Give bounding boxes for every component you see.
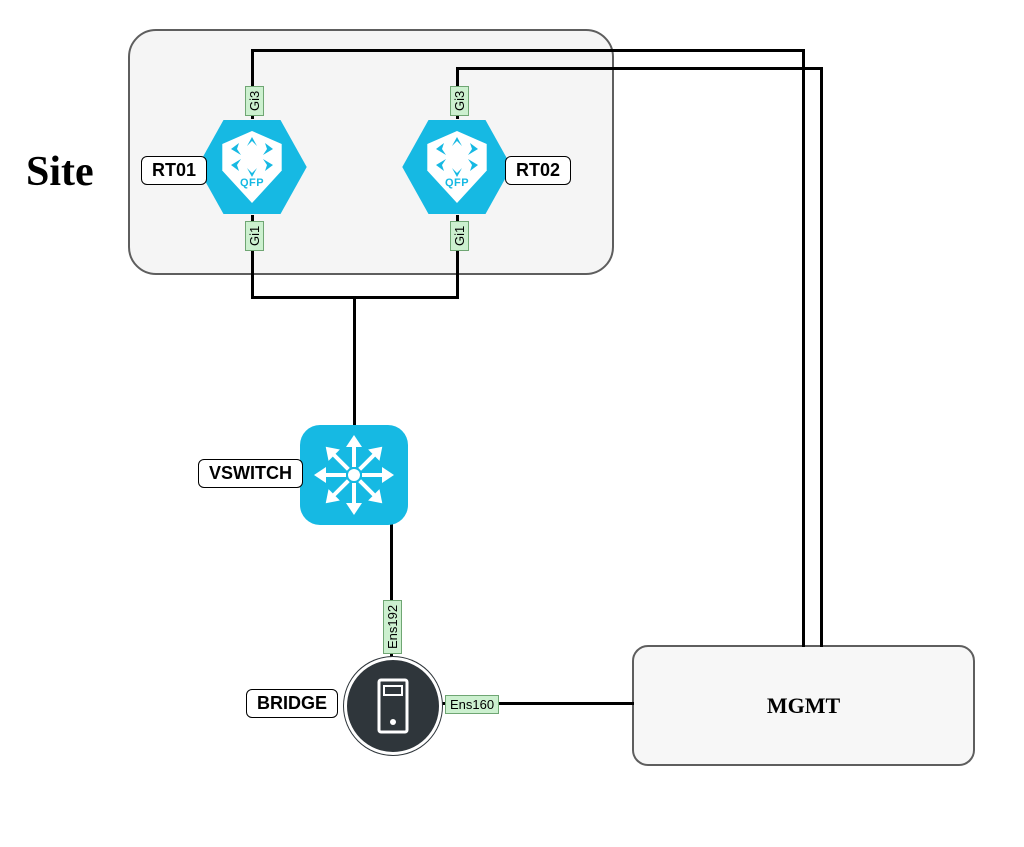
arrows-icon	[434, 137, 480, 177]
router-rt01-qfp-label: QFP	[240, 177, 264, 189]
router-rt01-bottom-if: Gi1	[245, 221, 264, 251]
router-rt02-bottom-if: Gi1	[450, 221, 469, 251]
link-rt02-gi3-top	[456, 67, 823, 70]
vswitch-icon	[300, 425, 408, 525]
router-rt02-icon: QFP	[400, 117, 514, 217]
bridge-right-if: Ens160	[445, 695, 499, 714]
mgmt-label: MGMT	[767, 693, 840, 719]
vswitch-label: VSWITCH	[198, 459, 303, 488]
router-rt01-top-if: Gi3	[245, 86, 264, 116]
router-rt01-label: RT01	[141, 156, 207, 185]
server-icon	[373, 678, 413, 734]
link-rt01-gi3-right	[802, 49, 805, 647]
link-join-to-vswitch	[353, 296, 356, 428]
link-rt02-gi3-right	[820, 67, 823, 647]
site-title: Site	[26, 148, 94, 196]
switch-arrows-icon	[312, 433, 396, 517]
arrows-icon	[229, 137, 275, 177]
router-rt02-top-if: Gi3	[450, 86, 469, 116]
link-rt01-gi3-top	[251, 49, 805, 52]
router-rt01-icon: QFP	[195, 117, 309, 217]
bridge-label: BRIDGE	[246, 689, 338, 718]
bridge-top-if: Ens192	[383, 600, 402, 654]
mgmt-box: MGMT	[632, 645, 975, 766]
router-rt02-qfp-label: QFP	[445, 177, 469, 189]
router-rt02-label: RT02	[505, 156, 571, 185]
bridge-icon	[344, 657, 442, 755]
diagram-canvas: Site QFP RT01 Gi3 Gi1	[0, 0, 1024, 847]
